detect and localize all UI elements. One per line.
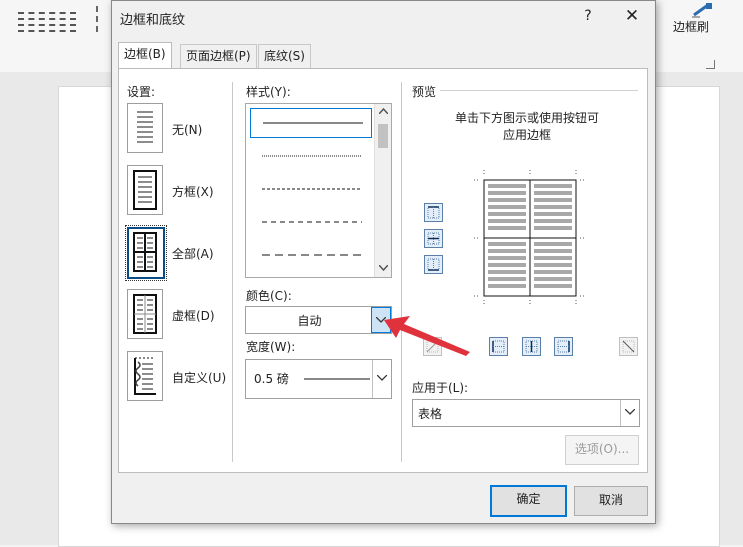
ok-button[interactable]: 确定 [490,485,567,517]
ribbon-border-painter-label: 边框刷 [673,20,710,34]
style-option-dash-long[interactable] [250,241,370,269]
apply-to-label: 应用于(L): [412,381,469,395]
apply-to-dropdown[interactable]: 表格 [412,399,640,427]
dialog-title: 边框和底纹 [120,13,186,28]
setting-grid-icon [133,294,157,334]
setting-grid-icon[interactable] [127,289,163,339]
scroll-up-icon[interactable] [379,108,388,114]
setting-all-label[interactable]: 全部(A) [172,245,214,262]
border-painter-icon [692,3,712,18]
color-label: 颜色(C): [246,289,292,303]
divider [440,90,638,91]
diagonal-down-border-icon [622,340,635,353]
bottom-border-icon [427,258,440,271]
style-option-dashed-small[interactable] [250,175,370,203]
left-border-button[interactable] [489,337,508,356]
divider [232,82,233,462]
ribbon-dialog-launcher-icon[interactable] [706,60,715,69]
style-option-dashed[interactable] [250,208,370,236]
inside-vertical-border-icon [525,340,538,353]
color-dropdown[interactable]: 自动 [245,306,392,334]
top-border-button[interactable] [424,203,443,222]
tab-borders[interactable]: 边框(B) [118,42,172,70]
options-button[interactable]: 选项(O)... [565,435,639,465]
scroll-thumb[interactable] [378,124,388,148]
right-border-icon [557,340,570,353]
setting-box-icon[interactable] [127,165,163,215]
width-dropdown[interactable]: 0.5 磅 [245,359,392,399]
inside-horizontal-border-button[interactable] [424,229,443,248]
help-button[interactable]: ? [578,5,598,27]
settings-label: 设置: [127,85,156,99]
preview-table-diagram[interactable] [474,170,586,306]
setting-custom-label[interactable]: 自定义(U) [172,369,226,386]
divider [401,82,402,462]
inside-horizontal-border-icon [427,232,440,245]
right-border-button[interactable] [554,337,573,356]
tab-shading[interactable]: 底纹(S) [258,44,311,69]
style-option-solid[interactable] [250,108,372,138]
bottom-border-button[interactable] [424,255,443,274]
chevron-down-icon[interactable] [372,360,391,398]
left-border-icon [492,340,505,353]
close-button[interactable]: ✕ [618,5,646,29]
top-border-icon [427,206,440,219]
chevron-down-icon[interactable] [620,400,639,426]
style-scrollbar[interactable] [374,104,391,277]
style-list[interactable] [245,103,392,278]
setting-box-icon [133,170,157,210]
preview-hint: 应用边框 [502,128,551,142]
setting-custom-icon [134,357,156,395]
color-value: 自动 [297,314,322,328]
ribbon-divider [96,6,110,32]
setting-none-icon[interactable] [127,103,163,153]
style-label: 样式(Y): [246,85,291,99]
style-option-dotted[interactable] [250,142,370,170]
setting-custom-icon[interactable] [127,351,163,401]
inside-vertical-border-button[interactable] [522,337,541,356]
apply-to-value: 表格 [418,407,443,421]
annotation-arrow-icon [384,316,470,356]
setting-none-icon [137,111,153,143]
setting-all-icon [133,232,157,272]
diagonal-down-border-button[interactable] [619,337,638,356]
width-label: 宽度(W): [246,340,296,354]
setting-none-label[interactable]: 无(N) [172,121,202,138]
width-sample-line [304,378,370,380]
setting-box-label[interactable]: 方框(X) [172,183,214,200]
cancel-button[interactable]: 取消 [574,486,648,516]
width-value: 0.5 磅 [254,372,289,386]
tab-page-border[interactable]: 页面边框(P) [180,44,257,69]
preview-hint: 单击下方图示或使用按钮可 [454,111,599,125]
setting-grid-label[interactable]: 虚框(D) [172,307,215,324]
preview-label: 预览 [412,85,437,99]
ribbon-border-style-icon[interactable] [18,8,76,34]
setting-all-icon[interactable] [125,225,167,281]
scroll-down-icon[interactable] [379,265,388,271]
